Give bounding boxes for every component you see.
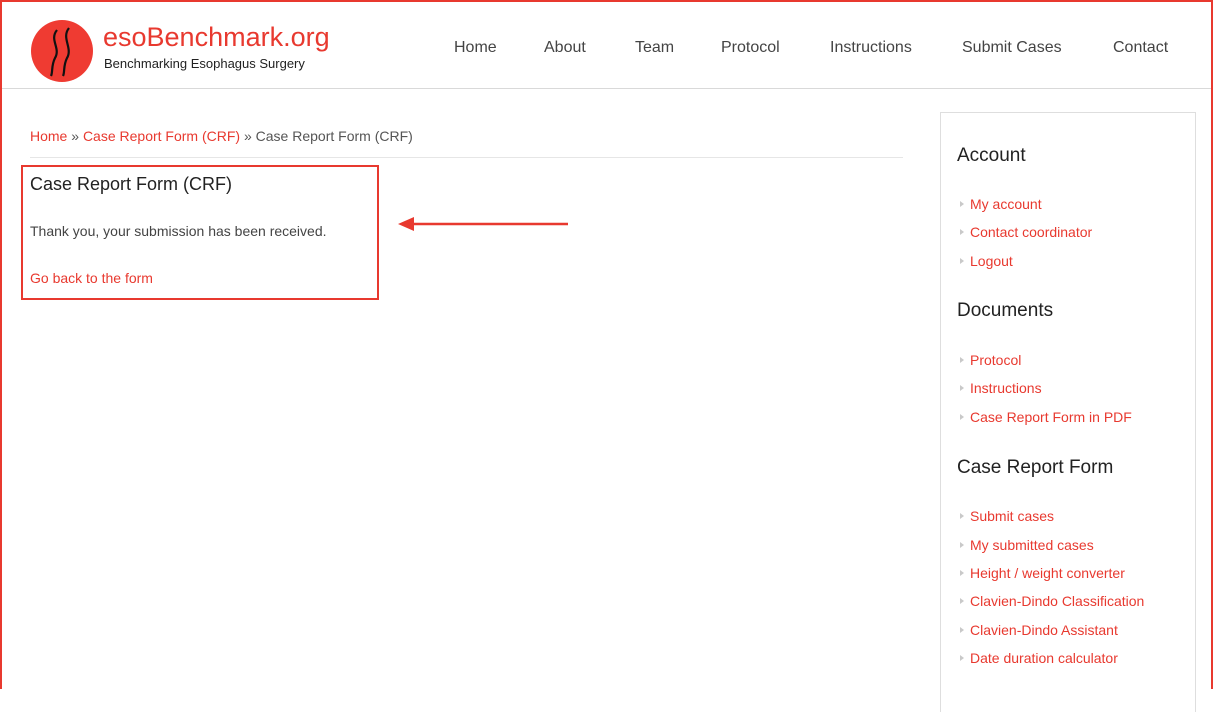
triangle-bullet-icon	[960, 258, 964, 265]
sidebar-item-label: Date duration calculator	[970, 650, 1118, 666]
sidebar-item-clavien-dindo-classification[interactable]: Clavien-Dindo Classification	[960, 592, 1144, 610]
sidebar-item-contact-coordinator[interactable]: Contact coordinator	[960, 223, 1092, 241]
site-header: esoBenchmark.org Benchmarking Esophagus …	[2, 2, 1211, 89]
nav-contact[interactable]: Contact	[1113, 38, 1168, 58]
breadcrumb-home-link[interactable]: Home	[30, 128, 67, 144]
confirmation-message: Thank you, your submission has been rece…	[30, 223, 327, 239]
breadcrumb-separator: »	[67, 128, 83, 144]
esophagus-logo-icon[interactable]	[31, 20, 93, 82]
site-name[interactable]: esoBenchmark.org	[103, 22, 330, 52]
nav-instructions[interactable]: Instructions	[830, 38, 912, 58]
triangle-bullet-icon	[960, 627, 964, 634]
nav-team[interactable]: Team	[635, 38, 674, 58]
sidebar-item-label: Logout	[970, 253, 1013, 269]
sidebar-item-label: Clavien-Dindo Assistant	[970, 622, 1118, 638]
sidebar-account-title: Account	[957, 145, 1026, 166]
sidebar-item-label: Clavien-Dindo Classification	[970, 593, 1145, 609]
triangle-bullet-icon	[960, 542, 964, 549]
sidebar-item-submit-cases[interactable]: Submit cases	[960, 507, 1054, 525]
breadcrumb-separator: »	[240, 128, 256, 144]
breadcrumb-divider	[30, 157, 903, 158]
sidebar-item-protocol[interactable]: Protocol	[960, 351, 1021, 369]
triangle-bullet-icon	[960, 201, 964, 208]
triangle-bullet-icon	[960, 655, 964, 662]
sidebar-item-height-weight-converter[interactable]: Height / weight converter	[960, 564, 1125, 582]
sidebar-item-instructions[interactable]: Instructions	[960, 379, 1042, 397]
sidebar-item-logout[interactable]: Logout	[960, 252, 1013, 270]
triangle-bullet-icon	[960, 414, 964, 421]
sidebar-item-label: Height / weight converter	[970, 565, 1125, 581]
page-title: Case Report Form (CRF)	[30, 174, 233, 194]
sidebar-item-label: Contact coordinator	[970, 224, 1093, 240]
back-to-form-link[interactable]: Go back to the form	[30, 269, 153, 287]
triangle-bullet-icon	[960, 357, 964, 364]
breadcrumb-current: Case Report Form (CRF)	[255, 128, 413, 144]
left-arrow-icon	[398, 217, 568, 231]
sidebar-item-label: My submitted cases	[970, 537, 1094, 553]
triangle-bullet-icon	[960, 229, 964, 236]
nav-about[interactable]: About	[544, 38, 586, 58]
sidebar-item-label: My account	[970, 196, 1042, 212]
sidebar-crf-title: Case Report Form	[957, 457, 1114, 478]
sidebar-item-clavien-dindo-assistant[interactable]: Clavien-Dindo Assistant	[960, 621, 1118, 639]
nav-protocol[interactable]: Protocol	[721, 38, 780, 58]
sidebar-item-label: Case Report Form in PDF	[970, 409, 1132, 425]
triangle-bullet-icon	[960, 598, 964, 605]
sidebar-item-date-duration-calculator[interactable]: Date duration calculator	[960, 649, 1118, 667]
sidebar-item-label: Submit cases	[970, 508, 1055, 524]
sidebar-item-label: Protocol	[970, 352, 1022, 368]
breadcrumb-parent-link[interactable]: Case Report Form (CRF)	[83, 128, 240, 144]
sidebar-item-my-account[interactable]: My account	[960, 195, 1042, 213]
triangle-bullet-icon	[960, 570, 964, 577]
breadcrumb: Home » Case Report Form (CRF) » Case Rep…	[30, 127, 413, 145]
sidebar-item-my-submitted-cases[interactable]: My submitted cases	[960, 536, 1094, 554]
site-slogan: Benchmarking Esophagus Surgery	[104, 56, 305, 71]
sidebar-documents-title: Documents	[957, 300, 1054, 321]
triangle-bullet-icon	[960, 385, 964, 392]
nav-submit-cases[interactable]: Submit Cases	[962, 38, 1062, 58]
sidebar-item-crf-pdf[interactable]: Case Report Form in PDF	[960, 408, 1132, 426]
triangle-bullet-icon	[960, 513, 964, 520]
nav-home[interactable]: Home	[454, 38, 497, 58]
sidebar-item-label: Instructions	[970, 380, 1042, 396]
